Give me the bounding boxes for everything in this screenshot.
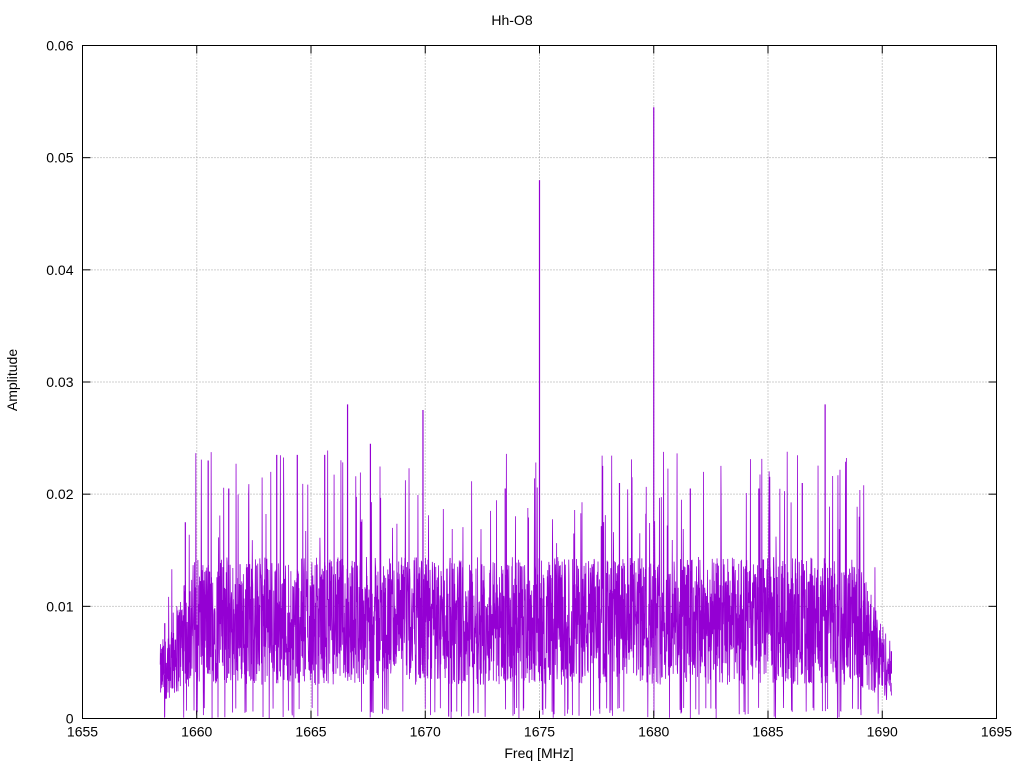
x-tick-label: 1665 [295,724,326,740]
x-tick-label: 1685 [752,724,783,740]
y-tick-label: 0.03 [46,374,73,390]
x-tick-label: 1670 [410,724,441,740]
y-tick-label: 0 [66,711,74,727]
x-tick-label: 1660 [181,724,212,740]
spectrum-trace [159,450,892,719]
x-tick-label: 1680 [638,724,669,740]
x-tick-label: 1675 [524,724,555,740]
y-tick-label: 0.05 [46,150,73,166]
y-tick-label: 0.06 [46,38,73,54]
y-tick-label: 0.02 [46,486,73,502]
x-tick-label: 1690 [867,724,898,740]
chart-canvas: 1655 1660 1665 1670 1675 1680 1685 1690 169500.0… [46,38,1012,740]
y-tick-label: 0.01 [46,598,73,614]
y-tick-label: 0.04 [46,262,73,278]
x-tick-label: 1695 [981,724,1012,740]
series-amplitude [159,107,892,719]
